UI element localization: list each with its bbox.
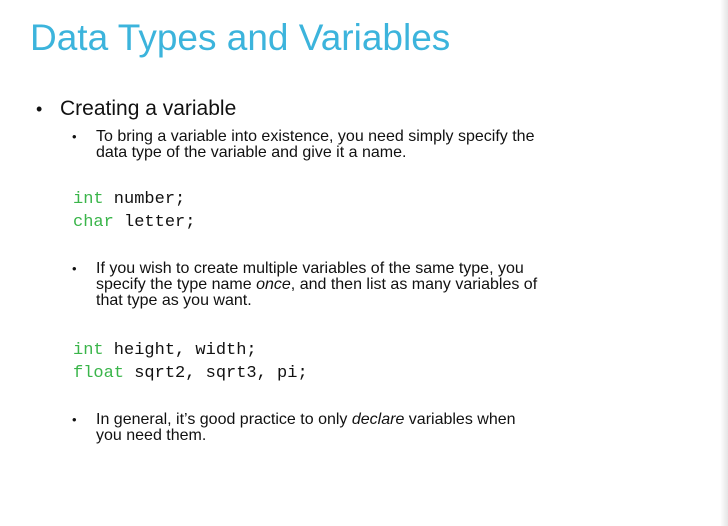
sub-point-line: you need them. xyxy=(96,427,207,444)
code-line: int number; xyxy=(73,190,185,209)
sub-point-line: data type of the variable and give it a … xyxy=(96,144,407,161)
slide: Data Types and Variables • Creating a va… xyxy=(0,0,728,526)
code-keyword: char xyxy=(73,213,114,232)
sub-point-general: • In general, it’s good practice to only… xyxy=(72,412,656,444)
text-run: variables when xyxy=(404,411,516,428)
code-line: char letter; xyxy=(73,213,195,232)
sub-bullet-marker: • xyxy=(72,412,77,427)
text-run: , and then list as many variables of xyxy=(290,276,538,293)
bullet-marker: • xyxy=(36,99,43,119)
sub-point-text: To bring a variable into existence, you … xyxy=(96,129,656,161)
sub-point-existence: • To bring a variable into existence, yo… xyxy=(72,129,656,161)
sub-point-line: To bring a variable into existence, you … xyxy=(96,128,535,145)
code-keyword: int xyxy=(73,341,104,360)
code-line: int height, width; xyxy=(73,341,257,360)
emphasis-text: once xyxy=(256,276,291,293)
bullet-creating-variable: • Creating a variable xyxy=(36,96,236,122)
bullet-text: Creating a variable xyxy=(60,97,237,120)
code-line: float sqrt2, sqrt3, pi; xyxy=(73,364,308,383)
sub-point-text: If you wish to create multiple variables… xyxy=(96,261,656,309)
emphasis-text: declare xyxy=(351,411,405,428)
slide-title: Data Types and Variables xyxy=(30,17,451,58)
sub-point-line: specify the type name once, and then lis… xyxy=(96,277,656,293)
code-keyword: int xyxy=(73,190,104,209)
sub-bullet-marker: • xyxy=(72,129,77,144)
sub-point-line: that type as you want. xyxy=(96,292,252,309)
code-rest: height, width; xyxy=(103,341,257,360)
sub-point-multiple: • If you wish to create multiple variabl… xyxy=(72,261,656,309)
sub-point-line: If you wish to create multiple variables… xyxy=(96,260,524,277)
sub-point-line: In general, it’s good practice to only d… xyxy=(96,412,656,428)
sub-bullet-marker: • xyxy=(72,261,77,276)
code-rest: sqrt2, sqrt3, pi; xyxy=(124,364,308,383)
code-keyword: float xyxy=(73,364,125,383)
code-rest: letter; xyxy=(113,213,196,232)
text-run: specify the type name xyxy=(96,276,257,293)
text-run: In general, it’s good practice to only xyxy=(96,411,352,428)
code-block-multiple: int height, width; float sqrt2, sqrt3, p… xyxy=(73,339,308,385)
code-block-declarations: int number; char letter; xyxy=(73,188,195,234)
sub-point-text: In general, it’s good practice to only d… xyxy=(96,412,656,444)
code-rest: number; xyxy=(103,190,186,209)
